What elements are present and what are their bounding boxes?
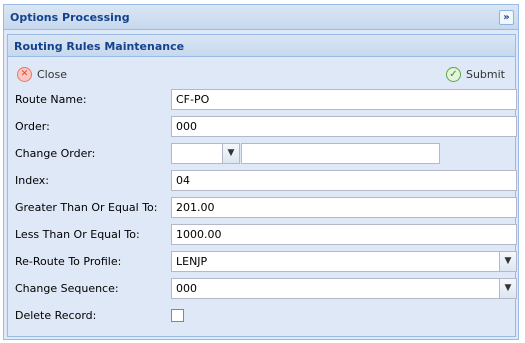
chevron-down-icon[interactable]: ▼ bbox=[499, 252, 516, 271]
order-label: Order: bbox=[15, 120, 50, 133]
submit-button[interactable]: ✓ Submit bbox=[445, 65, 505, 83]
routing-rules-title: Routing Rules Maintenance bbox=[14, 40, 185, 53]
options-processing-title: Options Processing bbox=[10, 11, 130, 24]
submit-button-label: Submit bbox=[465, 67, 505, 81]
change-sequence-select[interactable]: 000 ▼ bbox=[171, 278, 517, 299]
order-row: Order: bbox=[8, 116, 517, 138]
change-sequence-value: 000 bbox=[176, 282, 197, 295]
routing-rules-header: Routing Rules Maintenance bbox=[8, 35, 515, 57]
routing-rules-panel: Routing Rules Maintenance ✕ Close ✓ Subm… bbox=[7, 34, 517, 337]
index-input[interactable] bbox=[171, 170, 517, 191]
delete-record-row: Delete Record: bbox=[8, 305, 515, 327]
reroute-profile-row: Re-Route To Profile: LENJP ▼ bbox=[8, 251, 517, 273]
change-order-label: Change Order: bbox=[15, 147, 96, 160]
greater-than-row: Greater Than Or Equal To: bbox=[8, 197, 517, 219]
change-order-text-input[interactable] bbox=[241, 143, 440, 164]
chevron-down-icon[interactable]: ▼ bbox=[222, 144, 239, 163]
less-than-label: Less Than Or Equal To: bbox=[15, 228, 140, 241]
collapse-panel-button[interactable]: » bbox=[499, 10, 514, 25]
close-button[interactable]: ✕ Close bbox=[17, 65, 67, 83]
options-processing-panel: Options Processing » Routing Rules Maint… bbox=[3, 4, 519, 340]
greater-than-input[interactable] bbox=[171, 197, 517, 218]
change-order-select[interactable]: ▼ bbox=[171, 143, 240, 164]
reroute-profile-label: Re-Route To Profile: bbox=[15, 255, 122, 268]
delete-record-label: Delete Record: bbox=[15, 309, 97, 322]
less-than-input[interactable] bbox=[171, 224, 517, 245]
route-name-label: Route Name: bbox=[15, 93, 87, 106]
index-row: Index: bbox=[8, 170, 517, 192]
change-sequence-label: Change Sequence: bbox=[15, 282, 119, 295]
close-circle-icon: ✕ bbox=[17, 66, 32, 82]
check-circle-icon: ✓ bbox=[445, 66, 461, 82]
close-button-label: Close bbox=[37, 67, 67, 81]
chevron-down-icon[interactable]: ▼ bbox=[499, 279, 516, 298]
reroute-profile-value: LENJP bbox=[176, 255, 208, 268]
delete-record-checkbox[interactable] bbox=[171, 309, 184, 322]
index-label: Index: bbox=[15, 174, 49, 187]
less-than-row: Less Than Or Equal To: bbox=[8, 224, 517, 246]
options-processing-header: Options Processing » bbox=[4, 5, 518, 30]
order-input[interactable] bbox=[171, 116, 517, 137]
reroute-profile-select[interactable]: LENJP ▼ bbox=[171, 251, 517, 272]
route-name-row: Route Name: bbox=[8, 89, 517, 111]
change-sequence-row: Change Sequence: 000 ▼ bbox=[8, 278, 517, 300]
change-order-row: Change Order: ▼ bbox=[8, 143, 515, 165]
route-name-input[interactable] bbox=[171, 89, 517, 110]
greater-than-label: Greater Than Or Equal To: bbox=[15, 201, 158, 214]
